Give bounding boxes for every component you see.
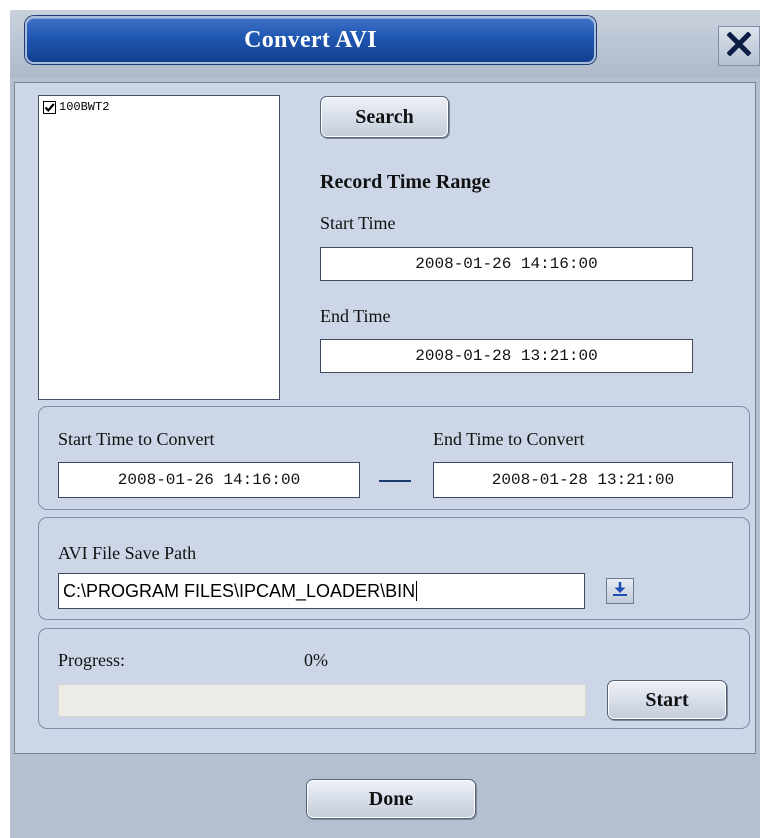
end-time-label: End Time xyxy=(320,306,391,326)
convert-end-time-field[interactable]: 2008-01-28 13:21:00 xyxy=(433,462,733,498)
save-path-group: AVI File Save Path C:\PROGRAM FILES\IPCA… xyxy=(38,517,750,620)
camera-list[interactable]: 100BWT2 xyxy=(38,95,280,400)
range-separator xyxy=(379,480,411,482)
progress-percent: 0% xyxy=(304,650,328,670)
save-path-input[interactable]: C:\PROGRAM FILES\IPCAM_LOADER\BIN xyxy=(58,573,585,609)
start-time-label: Start Time xyxy=(320,213,396,233)
start-button[interactable]: Start xyxy=(607,680,727,720)
save-path-label: AVI File Save Path xyxy=(58,543,197,563)
checkmark-icon xyxy=(44,102,55,112)
progress-label: Progress: xyxy=(58,650,125,670)
convert-avi-dialog: Convert AVI 100BWT2 Search Record Time R xyxy=(10,10,760,838)
close-icon xyxy=(726,30,752,61)
record-end-time-field[interactable]: 2008-01-28 13:21:00 xyxy=(320,339,693,373)
dialog-title: Convert AVI xyxy=(25,16,596,64)
list-item[interactable]: 100BWT2 xyxy=(43,100,109,114)
progress-group: Progress: 0% Start xyxy=(38,628,750,729)
convert-start-time-field[interactable]: 2008-01-26 14:16:00 xyxy=(58,462,360,498)
close-button[interactable] xyxy=(718,26,760,66)
camera-checkbox[interactable] xyxy=(43,100,56,114)
record-start-time-field[interactable]: 2008-01-26 14:16:00 xyxy=(320,247,693,281)
text-caret xyxy=(416,581,418,601)
save-path-value: C:\PROGRAM FILES\IPCAM_LOADER\BIN xyxy=(63,580,416,601)
convert-end-label: End Time to Convert xyxy=(433,429,585,449)
search-button[interactable]: Search xyxy=(320,96,449,138)
camera-name: 100BWT2 xyxy=(59,100,110,114)
dialog-footer: Done xyxy=(10,758,760,838)
title-band: Convert AVI xyxy=(10,10,760,78)
convert-range-group: Start Time to Convert 2008-01-26 14:16:0… xyxy=(38,406,750,510)
progress-bar xyxy=(58,684,586,717)
download-arrow-icon xyxy=(611,581,629,602)
browse-folder-button[interactable] xyxy=(606,578,634,604)
main-panel: 100BWT2 Search Record Time Range Start T… xyxy=(14,82,756,754)
done-button[interactable]: Done xyxy=(306,779,476,819)
convert-start-label: Start Time to Convert xyxy=(58,429,215,449)
record-range-heading: Record Time Range xyxy=(320,171,491,193)
